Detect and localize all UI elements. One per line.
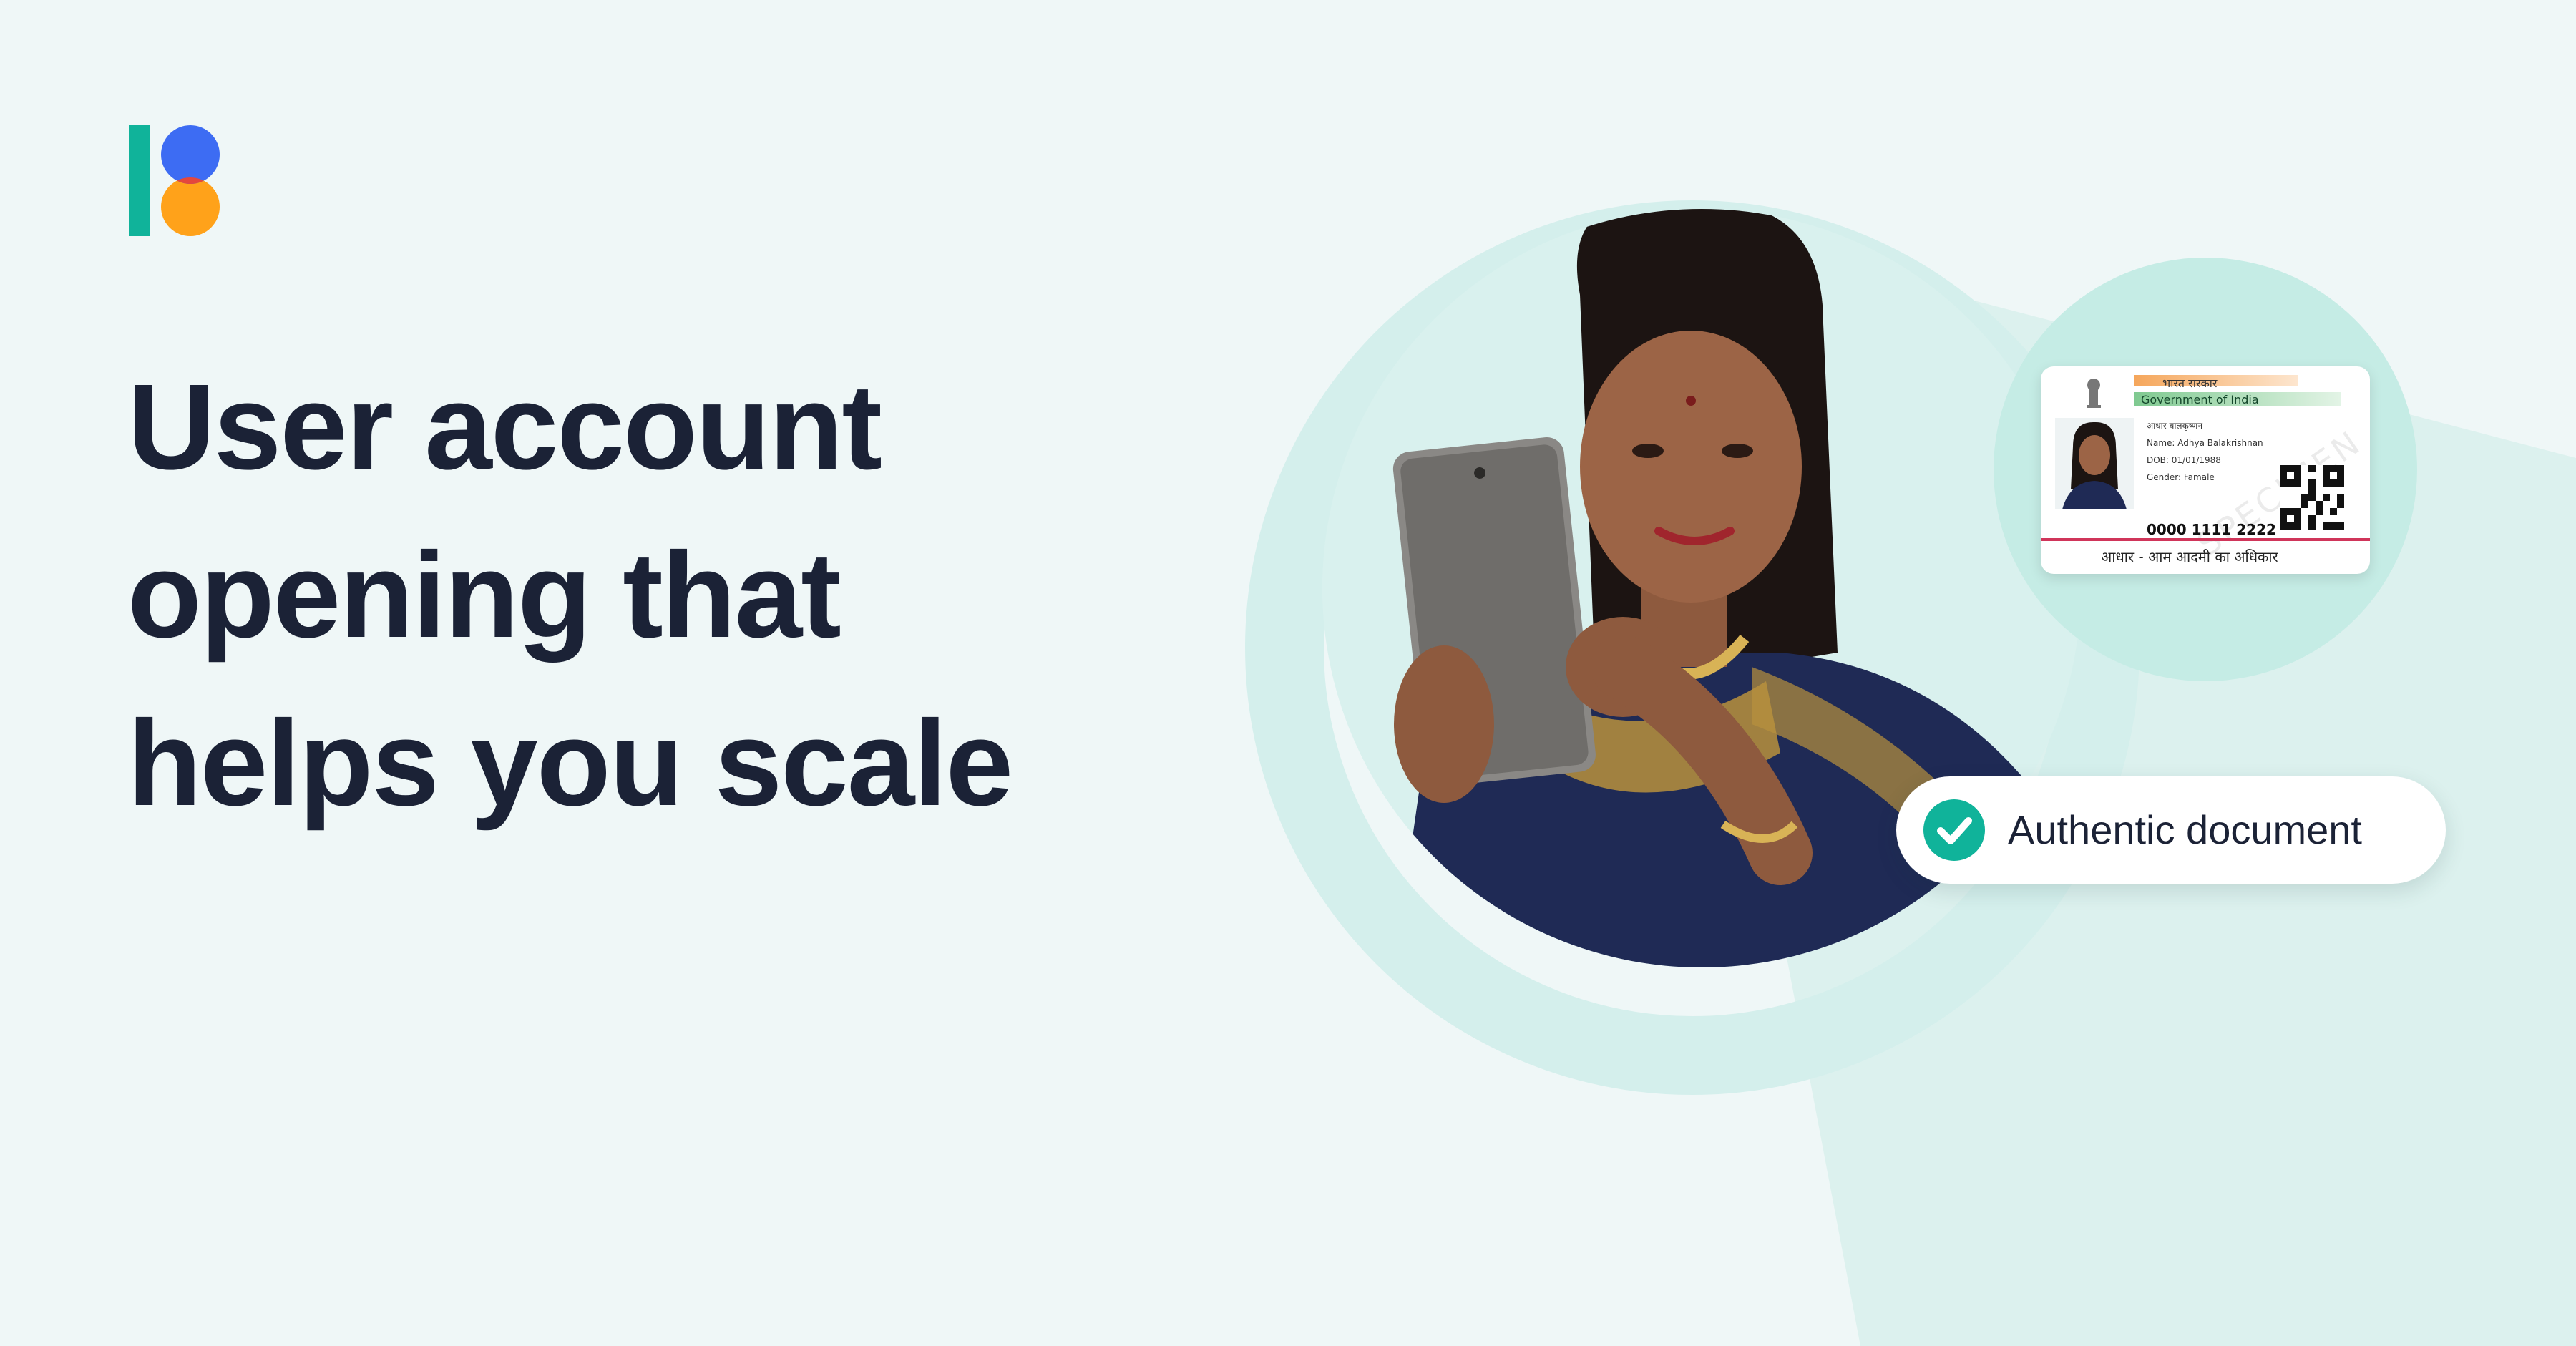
status-label: Authentic document [2008, 807, 2362, 852]
authentic-document-pill[interactable]: Authentic document [1896, 776, 2446, 884]
headline-line-1: User account [127, 359, 882, 495]
card-divider [2041, 538, 2370, 541]
headline-line-3: helps you scale [127, 696, 1013, 832]
card-name-hindi: आधार बालकृष्णन [2147, 421, 2202, 431]
card-header-english: Government of India [2141, 393, 2259, 406]
card-header-hindi: भारत सरकार [2162, 376, 2218, 390]
headline-line-2: opening that [127, 527, 841, 663]
brand-logo[interactable] [129, 125, 222, 236]
logo-bar [129, 125, 150, 236]
logo-overlap [161, 177, 220, 236]
logo-blue-circle [161, 125, 220, 184]
card-dob: DOB: 01/01/1988 [2147, 455, 2221, 465]
check-circle-icon [1923, 799, 1985, 861]
id-card[interactable]: भारत सरकार Government of India आधार बालक… [2041, 366, 2370, 574]
qr-code-icon [2280, 465, 2344, 530]
headline: User account opening that helps you scal… [127, 343, 1201, 848]
emblem-icon [2087, 379, 2101, 408]
card-name: Name: Adhya Balakrishnan [2147, 438, 2263, 448]
card-tagline: आधार - आम आदमी का अधिकार [2101, 548, 2278, 565]
card-number: 0000 1111 2222 [2147, 521, 2276, 538]
card-gender: Gender: Famale [2147, 472, 2215, 482]
card-photo [2055, 418, 2134, 509]
